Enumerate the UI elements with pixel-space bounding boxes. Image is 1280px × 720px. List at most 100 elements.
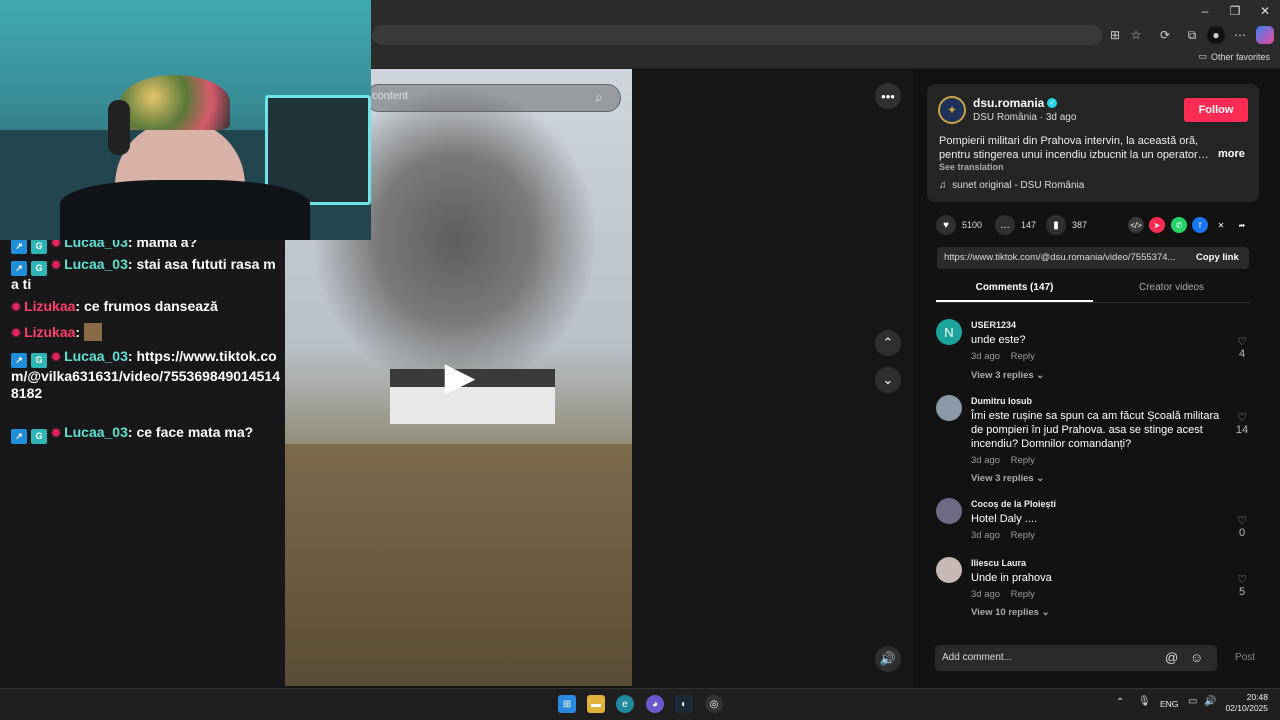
avatar[interactable] [936, 498, 962, 524]
emoji-icon[interactable]: ☺ [1190, 650, 1203, 665]
embed-icon[interactable]: </> [1128, 217, 1144, 233]
badge-icon: G [31, 429, 47, 444]
x-icon[interactable]: ✕ [1213, 217, 1229, 233]
comment-like[interactable]: ♡ 4 [1232, 335, 1252, 360]
profile-avatar[interactable]: ● [1207, 26, 1225, 44]
comment-text: unde este? [971, 334, 1026, 346]
webcam-overlay [0, 0, 371, 240]
more-menu-icon[interactable]: ⋯ [1231, 26, 1249, 44]
comment-icon: … [995, 215, 1015, 235]
search-input[interactable]: content [372, 90, 408, 102]
split-screen-icon[interactable]: ⊞ [1106, 26, 1124, 44]
like-action[interactable]: ♥ 5100 [936, 215, 982, 235]
file-explorer-icon[interactable]: ▬ [587, 695, 605, 713]
badge-icon: ↗ [11, 261, 27, 276]
chat-message: ↗ G ✹ Lucaa_03: stai asa fututi rasa ma ti [11, 256, 276, 292]
close-icon[interactable]: ✕ [1250, 0, 1280, 22]
user-badge-icon: ✹ [11, 300, 22, 314]
streamer-cap [120, 75, 230, 130]
share-icon[interactable]: ➦ [1234, 217, 1250, 233]
badge-icon: G [31, 239, 47, 254]
favorite-star-icon[interactable]: ☆ [1127, 26, 1145, 44]
comment-username[interactable]: Cocoș de la Ploiești [971, 499, 1056, 509]
comment-username[interactable]: Iliescu Laura [971, 558, 1026, 568]
comment-input[interactable]: Add comment... [942, 652, 1012, 663]
edge-icon[interactable]: e [616, 695, 634, 713]
windows-start-icon[interactable]: ⊞ [558, 695, 576, 713]
view-replies-link[interactable]: View 10 replies ⌄ [971, 607, 1050, 618]
discord-icon[interactable]: ◕ [646, 695, 664, 713]
video-link[interactable]: https://www.tiktok.com/@dsu.romania/vide… [944, 252, 1186, 263]
system-clock[interactable]: 20:48 02/10/2025 [1225, 692, 1268, 714]
field-ground [285, 444, 632, 686]
comment-text: Hotel Daly .... [971, 513, 1038, 525]
comment-meta: 3d ago Reply [971, 351, 1035, 362]
obs-icon[interactable]: ◎ [705, 695, 723, 713]
view-replies-link[interactable]: View 3 replies ⌄ [971, 370, 1044, 381]
see-translation-link[interactable]: See translation [939, 162, 1004, 172]
heart-outline-icon: ♡ [1237, 515, 1247, 527]
collections-icon[interactable]: ⧉ [1183, 26, 1201, 44]
comment-meta: 3d ago Reply [971, 589, 1035, 600]
avatar[interactable]: N [936, 319, 962, 345]
copy-link-button[interactable]: Copy link [1196, 252, 1239, 263]
facebook-icon[interactable]: f [1192, 217, 1208, 233]
steam-icon[interactable]: ◐ [675, 695, 693, 713]
post-button[interactable]: Post [1235, 652, 1255, 663]
mention-icon[interactable]: @ [1165, 650, 1178, 665]
tab-comments[interactable]: Comments (147) [936, 282, 1093, 293]
network-icon[interactable]: ▭ [1188, 696, 1197, 707]
more-options-icon[interactable]: ••• [875, 83, 901, 109]
reply-button[interactable]: Reply [1011, 589, 1035, 600]
emote-image [83, 323, 102, 341]
tab-creator-videos[interactable]: Creator videos [1093, 282, 1250, 293]
avatar[interactable] [936, 557, 962, 583]
reply-button[interactable]: Reply [1011, 530, 1035, 541]
user-badge-icon: ✹ [11, 326, 22, 340]
minimize-icon[interactable]: – [1190, 0, 1220, 22]
reply-button[interactable]: Reply [1011, 455, 1035, 466]
copilot-icon[interactable] [1256, 26, 1274, 44]
language-indicator[interactable]: ENG [1160, 699, 1178, 709]
sound-link[interactable]: ♫ sunet original - DSU România [939, 180, 1084, 191]
view-replies-link[interactable]: View 3 replies ⌄ [971, 473, 1044, 484]
restore-icon[interactable]: ❐ [1220, 0, 1250, 22]
comment-like[interactable]: ♡ 5 [1232, 573, 1252, 598]
play-icon[interactable]: ▶ [440, 356, 480, 398]
comment-username[interactable]: USER1234 [971, 320, 1016, 330]
volume-icon[interactable]: 🔊 [1204, 696, 1216, 707]
chat-message: ↗ G ✹ Lucaa_03: ce face mata ma? [11, 424, 281, 444]
verified-icon: ✓ [1047, 98, 1057, 108]
user-badge-icon: ✹ [51, 258, 62, 272]
follow-button[interactable]: Follow [1184, 98, 1248, 122]
comment-action[interactable]: … 147 [995, 215, 1036, 235]
user-badge-icon: ✹ [51, 350, 62, 364]
badge-icon: ↗ [11, 239, 27, 254]
comment-like[interactable]: ♡ 14 [1232, 411, 1252, 436]
comment-text: Îmi este rușine sa spun ca am făcut Școa… [971, 410, 1220, 450]
more-link[interactable]: more [1218, 148, 1245, 160]
chevron-up-icon[interactable]: ⌃ [1116, 697, 1124, 708]
chevron-up-icon[interactable]: ⌃ [875, 330, 901, 356]
send-icon[interactable]: ➤ [1149, 217, 1165, 233]
active-tab-indicator [936, 300, 1093, 302]
avatar[interactable] [936, 395, 962, 421]
whatsapp-icon[interactable]: ✆ [1171, 217, 1187, 233]
microphone-icon[interactable]: 🎙 [1138, 696, 1151, 707]
address-bar[interactable] [372, 25, 1102, 45]
reply-button[interactable]: Reply [1011, 351, 1035, 362]
badge-icon: G [31, 261, 47, 276]
chevron-down-icon[interactable]: ⌄ [875, 367, 901, 393]
save-action[interactable]: ▮ 387 [1046, 215, 1087, 235]
extensions-icon[interactable]: ⟳ [1156, 26, 1174, 44]
comment-meta: 3d ago Reply [971, 530, 1035, 541]
comment-text: Unde in prahova [971, 572, 1052, 584]
avatar[interactable]: ✦ [938, 96, 966, 124]
other-favorites[interactable]: ▭ Other favorites [1198, 51, 1270, 62]
post-username[interactable]: dsu.romania [973, 96, 1044, 110]
comment-username[interactable]: Dumitru Iosub [971, 396, 1032, 406]
comment-like[interactable]: ♡ 0 [1232, 514, 1252, 539]
search-icon[interactable]: ⌕ [595, 89, 603, 106]
volume-icon[interactable]: 🔊 [875, 646, 901, 672]
post-meta: DSU România · 3d ago [973, 112, 1077, 123]
